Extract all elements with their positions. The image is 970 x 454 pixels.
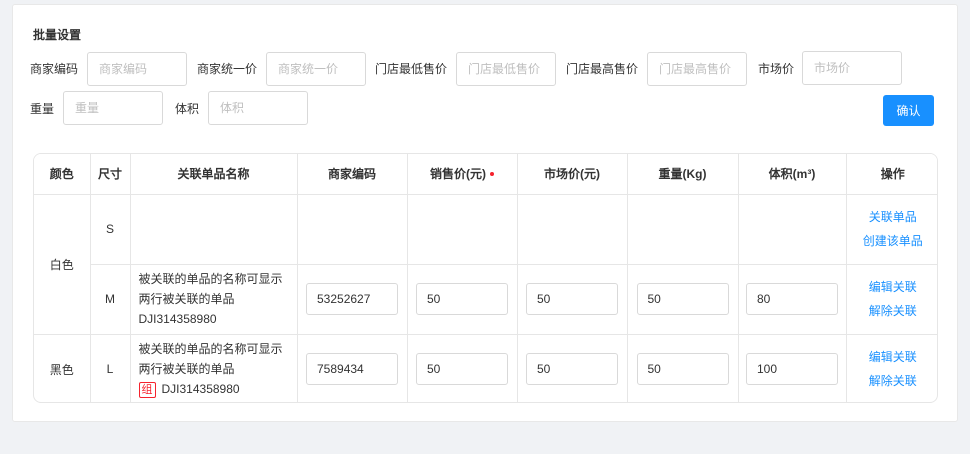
merchant-code-cell: [297, 264, 408, 335]
linked-name-cell: 被关联的单品的名称可显示两行被关联的单品 DJI314358980: [130, 264, 298, 335]
sale-price-cell: [407, 194, 518, 265]
required-dot-icon: [490, 172, 494, 177]
store-max-price-label: 门店最高售价: [566, 62, 639, 76]
merchant-code-input[interactable]: [306, 353, 398, 386]
linked-item-sku: DJI314358980: [138, 312, 217, 326]
header-weight: 重量(Kg): [627, 154, 739, 195]
table-row: 白色 S 关联单品 创建该单品: [34, 194, 938, 335]
weight-input[interactable]: [63, 91, 163, 125]
table-header-row: 颜色 尺寸 关联单品名称 商家编码 销售价(元) 市场价(元) 重量(Kg) 体…: [34, 154, 937, 195]
merchant-code-cell: [297, 194, 408, 265]
unified-price-label: 商家统一价: [197, 62, 258, 76]
weight-cell: [627, 334, 739, 402]
header-market-price: 市场价(元): [517, 154, 628, 195]
size-cell: L: [90, 334, 131, 402]
table-row: M 被关联的单品的名称可显示两行被关联的单品 DJI314358980 编辑关联…: [34, 264, 938, 335]
size-cell: S: [90, 194, 131, 265]
linked-item-name: 被关联的单品的名称可显示两行被关联的单品: [138, 272, 283, 306]
market-price-label: 市场价: [758, 62, 795, 76]
weight-cell: [627, 264, 739, 335]
unified-price-input[interactable]: [266, 52, 366, 86]
color-cell-white: 白色: [34, 194, 91, 335]
header-color: 颜色: [34, 154, 91, 195]
merchant-code-label: 商家编码: [30, 62, 79, 76]
linked-item-sku-line: 组 DJI314358980: [138, 379, 289, 399]
store-min-price-input[interactable]: [456, 52, 556, 86]
volume-input[interactable]: [746, 283, 838, 315]
sku-table: 颜色 尺寸 关联单品名称 商家编码 销售价(元) 市场价(元) 重量(Kg) 体…: [33, 153, 938, 403]
header-sale-price: 销售价(元): [407, 154, 518, 195]
volume-input[interactable]: [208, 91, 308, 125]
sale-price-input[interactable]: [416, 353, 508, 386]
market-price-cell: [517, 194, 628, 265]
linked-name-cell: 被关联的单品的名称可显示两行被关联的单品 组 DJI314358980: [130, 334, 298, 402]
group-badge: 组: [138, 382, 156, 399]
header-merchant-code: 商家编码: [297, 154, 408, 195]
market-price-input[interactable]: [526, 283, 618, 315]
confirm-button[interactable]: 确认: [883, 95, 934, 126]
weight-cell: [627, 194, 739, 265]
market-price-input[interactable]: [526, 353, 618, 386]
volume-cell: [738, 264, 847, 335]
linked-item-name: 被关联的单品的名称可显示两行被关联的单品: [138, 342, 283, 377]
merchant-code-cell: [297, 334, 408, 402]
store-min-price-label: 门店最低售价: [375, 62, 448, 76]
volume-cell: [738, 194, 847, 265]
header-size: 尺寸: [90, 154, 131, 195]
ops-cell: 编辑关联 解除关联: [846, 334, 938, 402]
market-price-cell: [517, 264, 628, 335]
sale-price-cell: [407, 334, 518, 402]
link-item-button[interactable]: 关联单品: [847, 205, 938, 229]
unlink-button[interactable]: 解除关联: [847, 369, 938, 393]
merchant-code-input[interactable]: [87, 52, 187, 86]
header-ops: 操作: [846, 154, 937, 195]
header-sale-price-label: 销售价(元): [430, 167, 486, 182]
ops-cell: 关联单品 创建该单品: [846, 194, 938, 265]
volume-input[interactable]: [746, 353, 838, 386]
ops-cell: 编辑关联 解除关联: [846, 264, 938, 335]
header-volume: 体积(m³): [738, 154, 847, 195]
weight-label: 重量: [30, 102, 55, 116]
section-title: 批量设置: [33, 28, 82, 42]
edit-link-button[interactable]: 编辑关联: [847, 345, 938, 369]
volume-label: 体积: [175, 102, 200, 116]
market-price-input[interactable]: [802, 51, 902, 85]
weight-input[interactable]: [636, 283, 729, 315]
linked-item-sku: DJI314358980: [161, 382, 240, 397]
market-price-cell: [517, 334, 628, 402]
header-linked-name: 关联单品名称: [130, 154, 298, 195]
linked-name-cell: [130, 194, 298, 265]
unlink-button[interactable]: 解除关联: [847, 299, 938, 323]
batch-settings-card: 批量设置 商家编码 商家统一价 门店最低售价 门店最高售价 市场价 重量 体积 …: [12, 4, 958, 422]
weight-input[interactable]: [636, 353, 729, 386]
color-cell-black: 黑色: [34, 334, 91, 402]
sale-price-input[interactable]: [416, 283, 508, 315]
merchant-code-input[interactable]: [306, 283, 398, 315]
create-item-button[interactable]: 创建该单品: [847, 229, 938, 253]
table-row: 黑色 L 被关联的单品的名称可显示两行被关联的单品 组 DJI314358980 …: [34, 334, 938, 402]
store-max-price-input[interactable]: [647, 52, 747, 86]
edit-link-button[interactable]: 编辑关联: [847, 275, 938, 299]
volume-cell: [738, 334, 847, 402]
sale-price-cell: [407, 264, 518, 335]
size-cell: M: [90, 264, 131, 335]
